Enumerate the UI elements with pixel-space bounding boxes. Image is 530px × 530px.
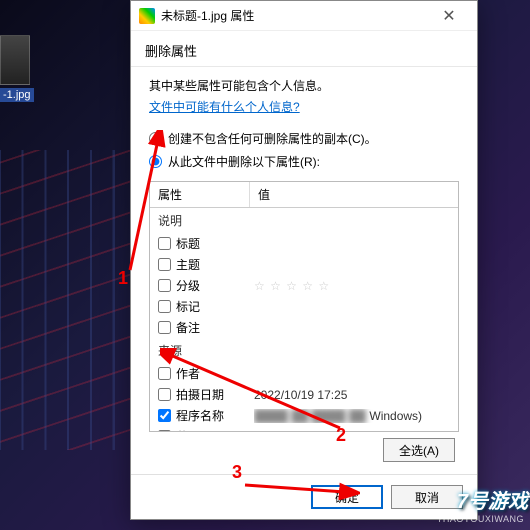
rating-stars: ☆ ☆ ☆ ☆ ☆: [254, 279, 450, 293]
radio-remove-props-label: 从此文件中删除以下属性(R):: [168, 153, 320, 170]
file-type-icon: [139, 8, 155, 24]
checkbox-tags[interactable]: [158, 300, 171, 313]
arrow-1-icon: [120, 130, 170, 280]
titlebar: 未标题-1.jpg 属性 ✕: [131, 1, 477, 31]
dialog-title: 未标题-1.jpg 属性: [161, 7, 429, 24]
column-value[interactable]: 值: [250, 182, 458, 207]
annotation-1: 1: [118, 268, 128, 289]
prop-row-title[interactable]: 标题: [150, 233, 458, 254]
prop-row-subject[interactable]: 主题: [150, 254, 458, 275]
radio-remove-props[interactable]: 从此文件中删除以下属性(R):: [149, 153, 459, 170]
annotation-2: 2: [336, 425, 346, 446]
info-text: 其中某些属性可能包含个人信息。: [149, 77, 459, 94]
prop-row-tags[interactable]: 标记: [150, 296, 458, 317]
properties-dialog: 未标题-1.jpg 属性 ✕ 删除属性 其中某些属性可能包含个人信息。 文件中可…: [130, 0, 478, 520]
group-description: 说明: [150, 208, 458, 233]
prop-row-rating[interactable]: 分级☆ ☆ ☆ ☆ ☆: [150, 275, 458, 296]
prop-row-comments[interactable]: 备注: [150, 317, 458, 338]
file-thumbnail-label: -1.jpg: [0, 88, 34, 102]
close-button[interactable]: ✕: [429, 6, 469, 26]
file-thumbnail[interactable]: [0, 35, 30, 85]
checkbox-rating[interactable]: [158, 279, 171, 292]
arrow-3-icon: [240, 470, 360, 500]
watermark-sub: 7HAOYOUXIWANG: [437, 514, 524, 524]
radio-create-copy[interactable]: 创建不包含任何可删除属性的副本(C)。: [149, 130, 459, 147]
properties-header: 属性 值: [150, 182, 458, 208]
radio-create-copy-label: 创建不包含任何可删除属性的副本(C)。: [168, 130, 377, 147]
info-link[interactable]: 文件中可能有什么个人信息?: [149, 98, 459, 115]
cancel-button[interactable]: 取消: [391, 485, 463, 509]
arrow-2-icon: [160, 348, 350, 438]
checkbox-comments[interactable]: [158, 321, 171, 334]
section-header: 删除属性: [131, 31, 477, 67]
watermark-main: 7号游戏: [457, 485, 528, 514]
select-all-button[interactable]: 全选(A): [383, 438, 455, 462]
annotation-3: 3: [232, 462, 242, 483]
